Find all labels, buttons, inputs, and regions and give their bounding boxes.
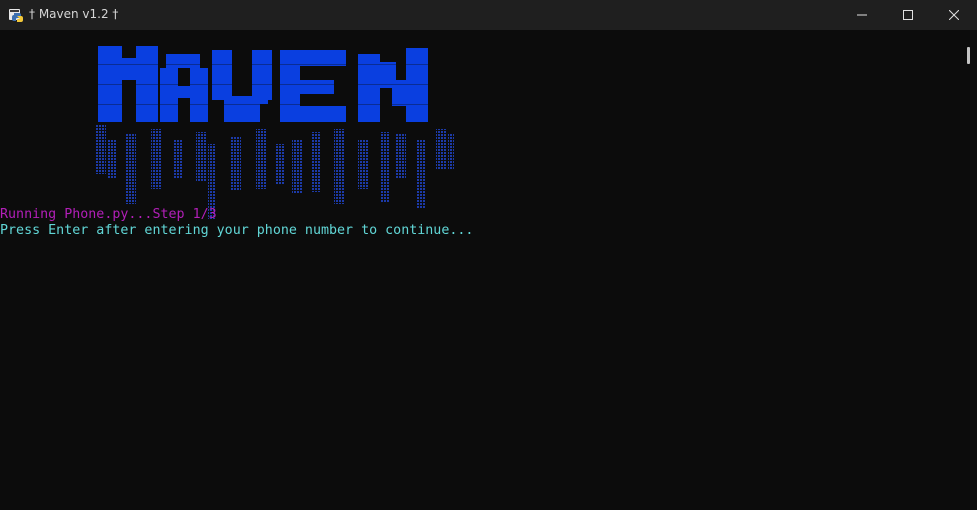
prompt-line: Press Enter after entering your phone nu… [0,223,474,238]
minimize-icon [857,10,867,20]
scrollbar-thumb[interactable] [967,47,970,64]
minimize-button[interactable] [839,0,885,30]
vertical-scrollbar[interactable] [960,30,977,510]
window-title: † Maven v1.2 † [29,7,119,21]
maven-ascii-banner [96,44,466,228]
python-icon[interactable] [8,7,24,23]
maximize-button[interactable] [885,0,931,30]
close-icon [949,10,959,20]
terminal-output[interactable]: Running Phone.py...Step 1/3 Press Enter … [0,30,960,510]
status-line: Running Phone.py...Step 1/3 [0,207,217,222]
terminal-window: † Maven v1.2 † Running Phone.py...Step 1… [0,0,977,510]
close-button[interactable] [931,0,977,30]
maximize-icon [903,10,913,20]
title-bar[interactable]: † Maven v1.2 † [0,0,977,30]
